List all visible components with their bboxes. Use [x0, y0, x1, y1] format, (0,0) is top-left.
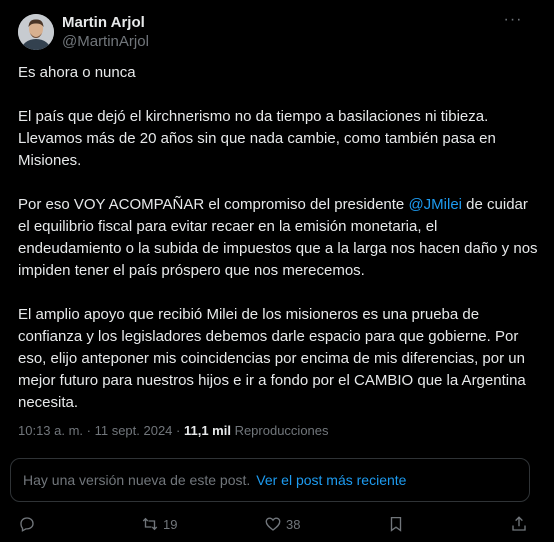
share-icon — [512, 516, 526, 531]
author-handle[interactable]: @MartinArjol — [62, 33, 149, 51]
bookmark-icon — [390, 516, 402, 532]
avatar[interactable] — [18, 14, 54, 50]
post-header: Martin Arjol @MartinArjol ··· — [18, 12, 538, 52]
action-bar: 19 38 — [18, 512, 528, 536]
post-card: Martin Arjol @MartinArjol ··· Es ahora o… — [0, 0, 554, 542]
post-paragraph-4: El amplio apoyo que recibió Milei de los… — [18, 306, 526, 411]
mention-link[interactable]: @JMilei — [408, 196, 462, 213]
reply-icon — [20, 517, 34, 532]
author-name[interactable]: Martin Arjol — [62, 14, 145, 32]
post-paragraph-3: Por eso VOY ACOMPAÑAR el compromiso del … — [18, 194, 538, 282]
post-paragraph-1: Es ahora o nunca — [18, 64, 136, 81]
post-paragraph-2: El país que dejó el kirchnerismo no da t… — [18, 108, 496, 169]
post-text: Es ahora o nunca El país que dejó el kir… — [18, 62, 538, 436]
bookmark-button[interactable] — [387, 515, 447, 533]
like-count: 38 — [286, 516, 301, 532]
repost-icon — [142, 517, 158, 531]
avatar-image — [18, 14, 54, 50]
like-button[interactable]: 38 — [264, 515, 324, 533]
post-paragraph-3-start: Por eso VOY ACOMPAÑAR el compromiso del … — [18, 196, 409, 213]
edited-post-notice: Hay una versión nueva de este post. Ver e… — [10, 458, 530, 502]
notice-text: Hay una versión nueva de este post. — [23, 472, 251, 488]
post-timestamp[interactable]: 10:13 a. m. · 11 sept. 2024 · — [18, 423, 184, 438]
repost-button[interactable]: 19 — [141, 515, 201, 533]
more-options-icon[interactable]: ··· — [502, 12, 524, 32]
latest-post-link[interactable]: Ver el post más reciente — [256, 472, 406, 488]
like-icon — [265, 517, 281, 531]
repost-count: 19 — [163, 516, 178, 532]
reply-button[interactable] — [18, 515, 78, 533]
view-count: 11,1 mil — [183, 423, 231, 438]
share-button[interactable] — [510, 515, 528, 533]
post-meta: 10:13 a. m. · 11 sept. 2024 · 11,1 mil R… — [18, 421, 329, 441]
view-label: Reproducciones — [230, 423, 329, 438]
